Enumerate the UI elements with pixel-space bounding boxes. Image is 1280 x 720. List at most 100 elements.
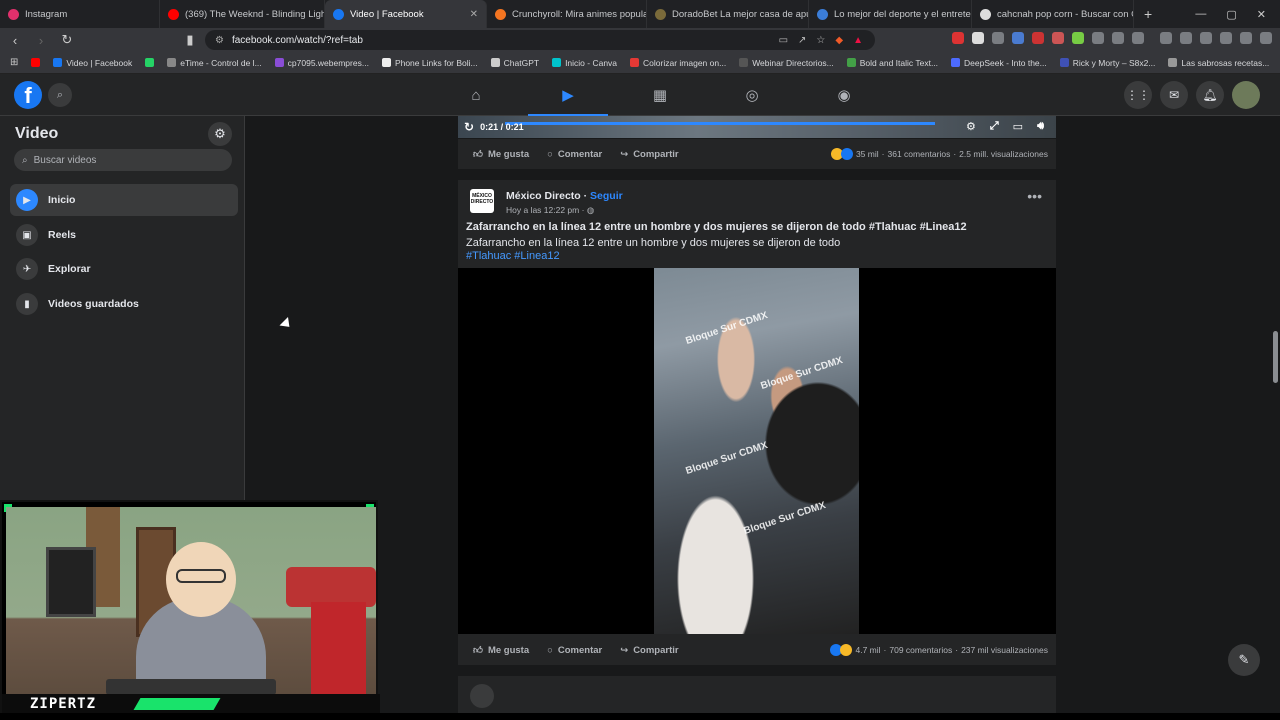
sidebar-item-guardados[interactable]: ▮ Videos guardados bbox=[10, 288, 238, 320]
browser-tab[interactable]: Lo mejor del deporte y el entretenim bbox=[809, 0, 972, 28]
extension-icon[interactable] bbox=[1092, 32, 1104, 44]
bookmark-item[interactable]: Webinar Directorios... bbox=[739, 58, 834, 68]
leo-icon[interactable] bbox=[1220, 32, 1232, 44]
avatar[interactable] bbox=[470, 684, 494, 708]
video-frame[interactable]: Bloque Sur CDMX Bloque Sur CDMX Bloque S… bbox=[654, 268, 859, 634]
maximize-icon[interactable]: ▢ bbox=[1226, 8, 1236, 21]
bookmark-item[interactable]: DeepSeek - Into the... bbox=[951, 58, 1047, 68]
pip-icon[interactable]: ▭ bbox=[1013, 120, 1023, 133]
reaction-count[interactable]: 35 mil bbox=[856, 149, 879, 159]
share-icon[interactable]: ↗ bbox=[798, 35, 806, 46]
volume-icon[interactable]: 🔊︎ bbox=[1037, 120, 1044, 133]
minimize-icon[interactable]: — bbox=[1195, 8, 1206, 21]
page-name[interactable]: México Directo bbox=[506, 190, 581, 202]
bookmark-icon[interactable]: ▮ bbox=[183, 32, 197, 48]
compose-icon[interactable]: ✎ bbox=[1228, 644, 1260, 676]
browser-tab[interactable]: DoradoBet La mejor casa de apuesta bbox=[647, 0, 809, 28]
extension-icon[interactable] bbox=[1012, 32, 1024, 44]
close-icon[interactable]: ✕ bbox=[1257, 8, 1266, 21]
browser-tab[interactable]: Crunchyroll: Mira animes populares, bbox=[487, 0, 647, 28]
vpn-icon[interactable] bbox=[1240, 32, 1252, 44]
menu-icon[interactable] bbox=[1260, 32, 1272, 44]
share-button[interactable]: ↪ Compartir bbox=[620, 645, 678, 656]
messenger-icon[interactable]: ✉ bbox=[1160, 81, 1188, 109]
reload-icon[interactable]: ↻ bbox=[60, 32, 74, 48]
menu-grid-icon[interactable]: ⋮⋮ bbox=[1124, 81, 1152, 109]
extension-icon[interactable] bbox=[1052, 32, 1064, 44]
groups-icon[interactable]: ◎ bbox=[706, 74, 798, 116]
bookmark-item[interactable]: cp7095.webempres... bbox=[274, 58, 369, 68]
star-icon[interactable]: ☆ bbox=[816, 35, 825, 46]
extension-icon[interactable] bbox=[952, 32, 964, 44]
bookmark-item[interactable] bbox=[31, 58, 41, 67]
like-button[interactable]: 👍︎ Me gusta bbox=[473, 644, 529, 657]
home-icon[interactable]: ⌂ bbox=[430, 74, 522, 116]
browser-tab[interactable]: Instagram bbox=[0, 0, 160, 28]
bookmark-item[interactable]: Inicio - Canva bbox=[552, 58, 617, 68]
video-player[interactable]: Bloque Sur CDMX Bloque Sur CDMX Bloque S… bbox=[458, 268, 1056, 634]
wallet-icon[interactable] bbox=[1200, 32, 1212, 44]
bookmark-item[interactable]: Colorizar imagen on... bbox=[630, 58, 726, 68]
new-tab-icon[interactable]: + bbox=[1134, 6, 1162, 22]
settings-icon[interactable]: ⚙ bbox=[966, 120, 976, 133]
bookmark-item[interactable] bbox=[145, 58, 155, 67]
url-bar[interactable]: ⚙ facebook.com/watch/?ref=tab ▭ ↗ ☆ ◆ ▲ bbox=[205, 30, 875, 50]
video-search[interactable]: ⌕ bbox=[14, 149, 232, 171]
sidebar-item-reels[interactable]: ▣ Reels bbox=[10, 219, 238, 251]
sidebar-item-explorar[interactable]: ✈ Explorar bbox=[10, 253, 238, 285]
bookmark-item[interactable]: eTime - Control de l... bbox=[167, 58, 262, 68]
post-time[interactable]: Hoy a las 12:22 pm · ◍ bbox=[506, 205, 594, 216]
share-button[interactable]: ↪ Compartir bbox=[620, 149, 678, 160]
extension-icon[interactable] bbox=[1072, 32, 1084, 44]
extension-icon[interactable] bbox=[972, 32, 984, 44]
fullscreen-icon[interactable]: ⤢ bbox=[990, 120, 999, 133]
follow-button[interactable]: Seguir bbox=[590, 190, 623, 202]
notifications-icon[interactable]: 🔔︎ bbox=[1196, 81, 1224, 109]
like-button[interactable]: 👍︎ Me gusta bbox=[473, 148, 529, 161]
bookmark-item[interactable]: Video | Facebook bbox=[53, 58, 132, 68]
browser-tab[interactable]: cahcnah pop corn - Buscar con Goo bbox=[972, 0, 1134, 28]
sidebar-icon[interactable] bbox=[1180, 32, 1192, 44]
comment-button[interactable]: ○ Comentar bbox=[547, 645, 602, 656]
comment-button[interactable]: ○ Comentar bbox=[547, 149, 602, 160]
gaming-icon[interactable]: ◉ bbox=[798, 74, 890, 116]
apps-grid-icon[interactable]: ⊞ bbox=[10, 57, 18, 68]
post-hashtags[interactable]: #Tlahuac #Linea12 bbox=[466, 250, 560, 262]
bookmark-item[interactable]: Phone Links for Boli... bbox=[381, 58, 478, 68]
search-icon[interactable]: ⌕ bbox=[48, 83, 72, 107]
extension-icon[interactable] bbox=[1132, 32, 1144, 44]
close-tab-icon[interactable]: ✕ bbox=[470, 9, 478, 20]
scrollbar[interactable] bbox=[1270, 116, 1280, 720]
extension-icon[interactable] bbox=[992, 32, 1004, 44]
facebook-logo-icon[interactable]: f bbox=[14, 81, 42, 109]
reaction-count[interactable]: 4.7 mil bbox=[855, 645, 880, 655]
page-avatar[interactable]: MÉXICO DIRECTO bbox=[470, 189, 494, 213]
comment-count[interactable]: 361 comentarios bbox=[887, 149, 950, 159]
browser-tab[interactable]: Video | Facebook ✕ bbox=[325, 0, 487, 28]
brave-shield-icon[interactable]: ◆ bbox=[835, 35, 843, 46]
bookmark-item[interactable]: Bold and Italic Text... bbox=[846, 58, 938, 68]
extension-icon[interactable] bbox=[1032, 32, 1044, 44]
sidebar-item-inicio[interactable]: ▶ Inicio bbox=[10, 184, 238, 216]
site-info-icon[interactable]: ⚙ bbox=[215, 35, 224, 46]
bookmark-item[interactable]: ChatGPT bbox=[490, 58, 539, 68]
brave-rewards-icon[interactable]: ▲ bbox=[853, 35, 863, 46]
url-text[interactable]: facebook.com/watch/?ref=tab bbox=[232, 35, 363, 46]
replay-icon[interactable]: ↻ bbox=[464, 120, 474, 134]
puzzle-icon[interactable] bbox=[1112, 32, 1124, 44]
bookmark-item[interactable]: Rick y Morty – S8x2... bbox=[1059, 58, 1155, 68]
more-options-icon[interactable]: ••• bbox=[1027, 188, 1042, 204]
avatar[interactable] bbox=[1232, 81, 1260, 109]
search-input[interactable] bbox=[33, 154, 214, 166]
cast-icon[interactable]: ▭ bbox=[779, 35, 788, 46]
forward-icon[interactable]: › bbox=[34, 33, 48, 48]
marketplace-icon[interactable]: ▦ bbox=[614, 74, 706, 116]
gear-icon[interactable]: ⚙ bbox=[208, 122, 232, 146]
comment-count[interactable]: 709 comentarios bbox=[889, 645, 952, 655]
video-icon[interactable]: ▶ bbox=[522, 74, 614, 117]
music-icon[interactable] bbox=[1160, 32, 1172, 44]
scrollbar-thumb[interactable] bbox=[1273, 331, 1278, 383]
browser-tab[interactable]: (369) The Weeknd - Blinding Lights ( bbox=[160, 0, 325, 28]
back-icon[interactable]: ‹ bbox=[8, 33, 22, 48]
bookmark-item[interactable]: Las sabrosas recetas... bbox=[1168, 58, 1269, 68]
